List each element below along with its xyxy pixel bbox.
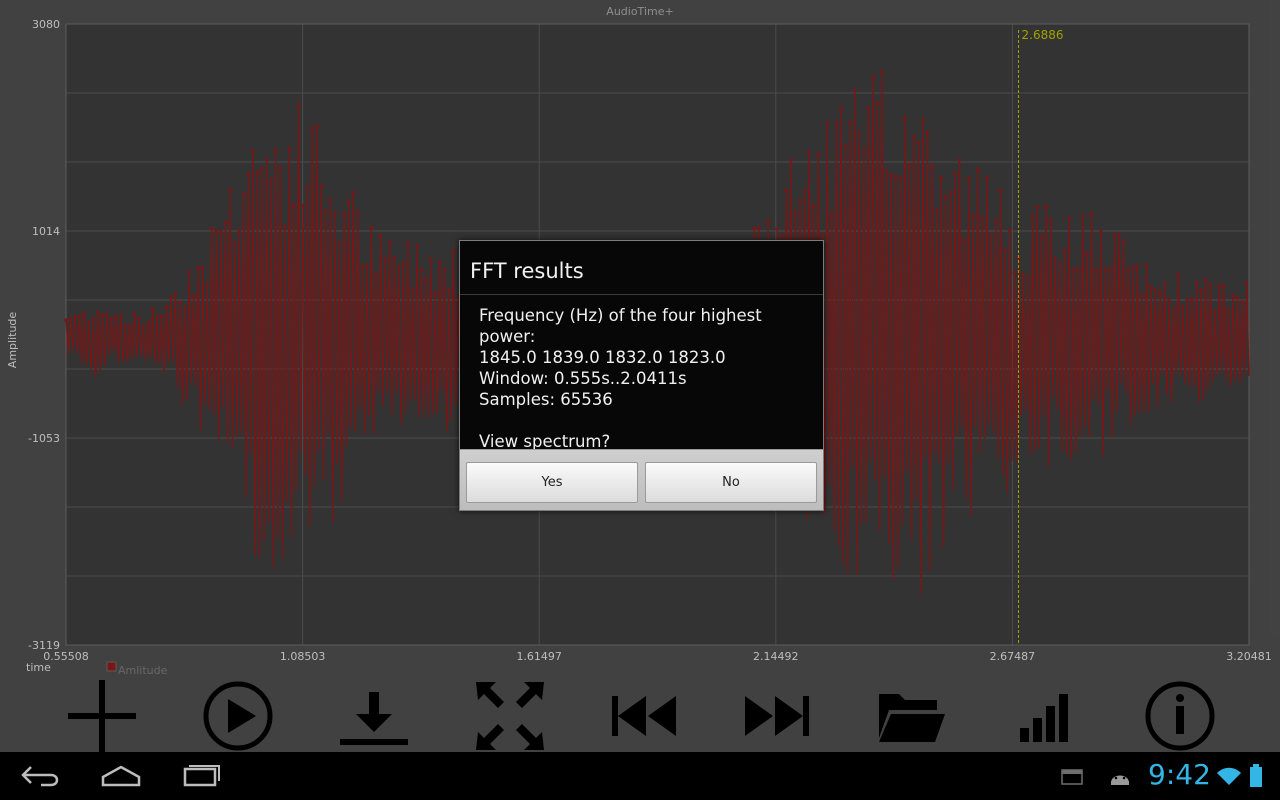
status-clock: 9:42 [1148, 758, 1211, 791]
android-debug-indicator [1104, 752, 1136, 800]
android-icon [1111, 775, 1129, 785]
wifi-indicator [1214, 752, 1244, 800]
wifi-icon [1217, 767, 1241, 785]
recent-apps-button[interactable] [176, 752, 226, 800]
dialog-button-bar: Yes No [460, 449, 823, 510]
calendar-notification-icon [1061, 769, 1083, 785]
system-navigation-bar [0, 752, 1280, 800]
home-icon [101, 765, 141, 787]
dialog-divider [460, 294, 823, 295]
home-button[interactable] [96, 752, 146, 800]
yes-button[interactable]: Yes [466, 462, 638, 503]
battery-icon [1250, 764, 1262, 787]
no-button[interactable]: No [645, 462, 817, 503]
fft-results-dialog: FFT results Frequency (Hz) of the four h… [459, 240, 824, 511]
recent-apps-icon [183, 765, 220, 787]
window-range: Window: 0.555s..2.0411s [479, 369, 687, 388]
battery-indicator [1244, 752, 1268, 800]
notification-indicator[interactable] [1058, 752, 1086, 800]
dialog-message: Frequency (Hz) of the four highest power… [479, 305, 823, 452]
dialog-title: FFT results [470, 259, 584, 283]
sample-count: Samples: 65536 [479, 390, 613, 409]
frequency-values: 1845.0 1839.0 1832.0 1823.0 [479, 348, 726, 367]
back-icon [21, 766, 59, 787]
back-button[interactable] [16, 752, 66, 800]
frequency-heading: Frequency (Hz) of the four highest power… [479, 306, 762, 346]
